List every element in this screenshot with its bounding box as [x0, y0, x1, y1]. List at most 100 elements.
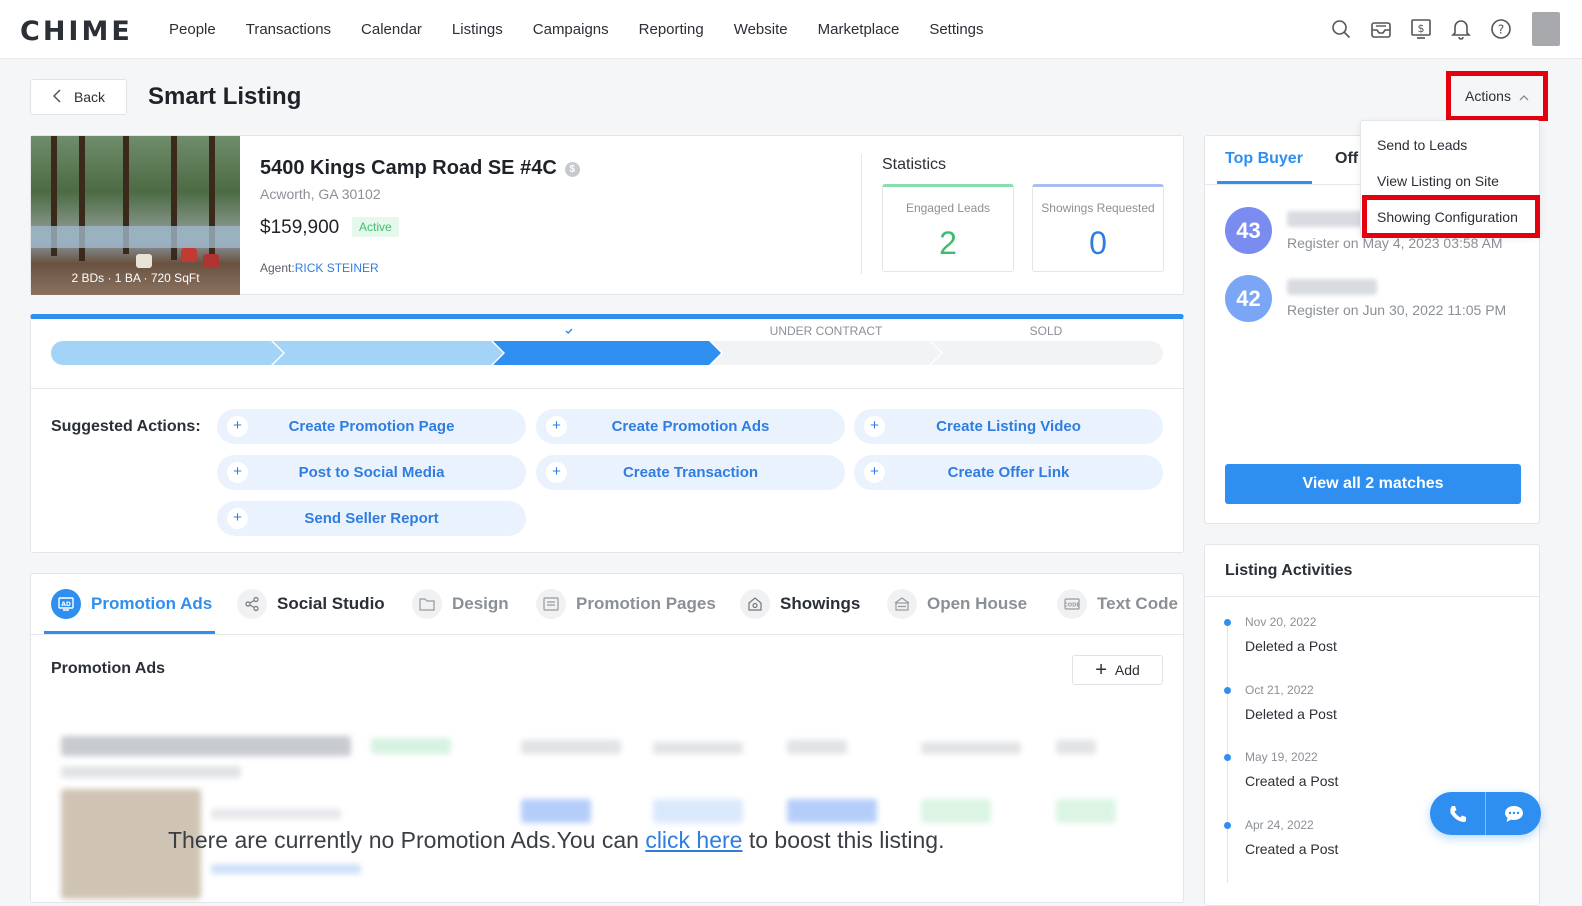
tab-top-buyer[interactable]: Top Buyer	[1225, 150, 1303, 168]
plus-icon: +	[864, 416, 885, 437]
boost-listing-link[interactable]: click here	[645, 827, 742, 853]
plus-icon: +	[227, 508, 248, 529]
engaged-leads-stat[interactable]: Engaged Leads 2	[882, 184, 1014, 272]
tab-text-code[interactable]: CODE Text Code	[1057, 588, 1178, 620]
step-on-market[interactable]	[493, 341, 721, 365]
inbox-icon[interactable]	[1370, 18, 1392, 40]
listing-photo[interactable]: 2 BDs · 1 BA · 720 SqFt	[31, 136, 240, 295]
listing-activities-card: Listing Activities Nov 20, 2022 Deleted …	[1204, 544, 1540, 906]
ad-icon: AD	[51, 589, 81, 619]
buyer-score-badge[interactable]: 43	[1225, 207, 1272, 254]
step-sold-label: SOLD	[1029, 324, 1063, 338]
photo-caption: 2 BDs · 1 BA · 720 SqFt	[71, 271, 200, 285]
listing-summary-card: 2 BDs · 1 BA · 720 SqFt 5400 Kings Camp …	[30, 135, 1184, 295]
buyer-register-date: Register on Jun 30, 2022 11:05 PM	[1287, 302, 1507, 318]
step-coming-soon-label: COMING SOON	[121, 324, 210, 338]
step-coming-soon[interactable]	[51, 341, 283, 365]
back-button[interactable]: Back	[30, 79, 127, 115]
svg-text:CODE: CODE	[1064, 603, 1080, 609]
actions-button[interactable]: Actions	[1455, 80, 1539, 112]
tab-promotion-ads[interactable]: AD Promotion Ads	[51, 588, 212, 620]
timeline-dot	[1224, 687, 1231, 694]
listing-city: Acworth, GA 30102	[260, 186, 381, 202]
help-icon[interactable]: ?	[1490, 18, 1512, 40]
dollar-icon[interactable]: $	[1410, 18, 1432, 40]
add-promotion-ad-button[interactable]: + Add	[1072, 655, 1163, 685]
activity-date: Oct 21, 2022	[1245, 683, 1314, 697]
create-promotion-ads-button[interactable]: Create Promotion Ads +	[536, 409, 845, 444]
nav-listings[interactable]: Listings	[452, 21, 503, 38]
empty-state-message: There are currently no Promotion Ads.You…	[168, 827, 945, 853]
listing-price: $159,900	[260, 217, 340, 238]
chat-icon[interactable]	[1486, 792, 1541, 835]
folder-icon	[412, 589, 442, 619]
chime-logo[interactable]: CHIME	[20, 16, 133, 47]
user-avatar[interactable]	[1532, 12, 1560, 46]
activity-text: Created a Post	[1245, 841, 1339, 857]
floating-contact-buttons	[1430, 792, 1541, 835]
divider	[861, 154, 862, 274]
nav-transactions[interactable]: Transactions	[246, 21, 331, 38]
create-transaction-button[interactable]: Create Transaction +	[536, 455, 845, 490]
plus-icon: +	[864, 462, 885, 483]
nav-people[interactable]: People	[169, 21, 216, 38]
nav-campaigns[interactable]: Campaigns	[533, 21, 609, 38]
nav-icons: $ ?	[1312, 12, 1560, 46]
tab-showings[interactable]: Showings	[740, 588, 860, 620]
timeline-dot	[1224, 619, 1231, 626]
buyer-score-badge[interactable]: 42	[1225, 275, 1272, 322]
plus-icon: +	[546, 416, 567, 437]
suggested-actions-label: Suggested Actions:	[51, 418, 201, 435]
activity-text: Deleted a Post	[1245, 706, 1337, 722]
tab-open-house[interactable]: Open House	[887, 588, 1027, 620]
house-icon	[740, 589, 770, 619]
top-navbar: CHIME People Transactions Calendar Listi…	[0, 0, 1582, 59]
actions-label: Actions	[1465, 88, 1511, 104]
listing-agent: Agent:RICK STEINER	[260, 261, 379, 275]
create-promotion-page-button[interactable]: Create Promotion Page +	[217, 409, 526, 444]
nav-reporting[interactable]: Reporting	[639, 21, 704, 38]
main-nav: People Transactions Calendar Listings Ca…	[169, 0, 1014, 59]
chevron-up-icon	[1519, 88, 1529, 104]
nav-marketplace[interactable]: Marketplace	[818, 21, 900, 38]
create-offer-link-button[interactable]: Create Offer Link +	[854, 455, 1163, 490]
step-under-contract[interactable]	[711, 341, 941, 365]
search-icon[interactable]	[1330, 18, 1352, 40]
dollar-badge-icon: $	[564, 162, 580, 177]
bell-icon[interactable]	[1450, 18, 1472, 40]
buyer-name-blurred[interactable]	[1287, 279, 1377, 295]
send-seller-report-button[interactable]: Send Seller Report +	[217, 501, 526, 536]
back-label: Back	[73, 89, 106, 105]
showings-requested-value: 0	[1089, 225, 1107, 261]
promotion-ads-title: Promotion Ads	[51, 660, 166, 677]
post-to-social-media-button[interactable]: Post to Social Media +	[217, 455, 526, 490]
listing-tabs-card: AD Promotion Ads Social Studio Design Pr…	[30, 573, 1184, 903]
agent-link[interactable]: RICK STEINER	[295, 261, 379, 275]
plus-icon: +	[227, 416, 248, 437]
tab-offers[interactable]: Off	[1335, 150, 1358, 168]
view-all-matches-button[interactable]: View all 2 matches	[1225, 464, 1521, 504]
activity-date: Apr 24, 2022	[1245, 818, 1314, 832]
phone-icon[interactable]	[1430, 792, 1485, 835]
create-listing-video-button[interactable]: Create Listing Video +	[854, 409, 1163, 444]
nav-calendar[interactable]: Calendar	[361, 21, 422, 38]
step-just-listed[interactable]	[273, 341, 503, 365]
showing-configuration-highlight	[1362, 195, 1540, 238]
open-house-icon	[887, 589, 917, 619]
nav-website[interactable]: Website	[734, 21, 788, 38]
svg-text:AD: AD	[61, 601, 71, 608]
page-icon	[536, 589, 566, 619]
nav-settings[interactable]: Settings	[929, 21, 983, 38]
tab-social-studio[interactable]: Social Studio	[237, 588, 385, 620]
svg-text:?: ?	[1498, 23, 1504, 37]
showings-requested-stat[interactable]: Showings Requested 0	[1032, 184, 1164, 272]
divider	[1205, 596, 1539, 597]
menu-view-listing[interactable]: View Listing on Site	[1377, 173, 1499, 189]
step-sold[interactable]	[931, 341, 1163, 365]
tab-promotion-pages[interactable]: Promotion Pages	[536, 588, 716, 620]
timeline-dot	[1224, 822, 1231, 829]
listing-activities-title: Listing Activities	[1225, 562, 1353, 579]
tab-design[interactable]: Design	[412, 588, 509, 620]
menu-send-to-leads[interactable]: Send to Leads	[1377, 137, 1467, 153]
divider	[31, 634, 1183, 635]
